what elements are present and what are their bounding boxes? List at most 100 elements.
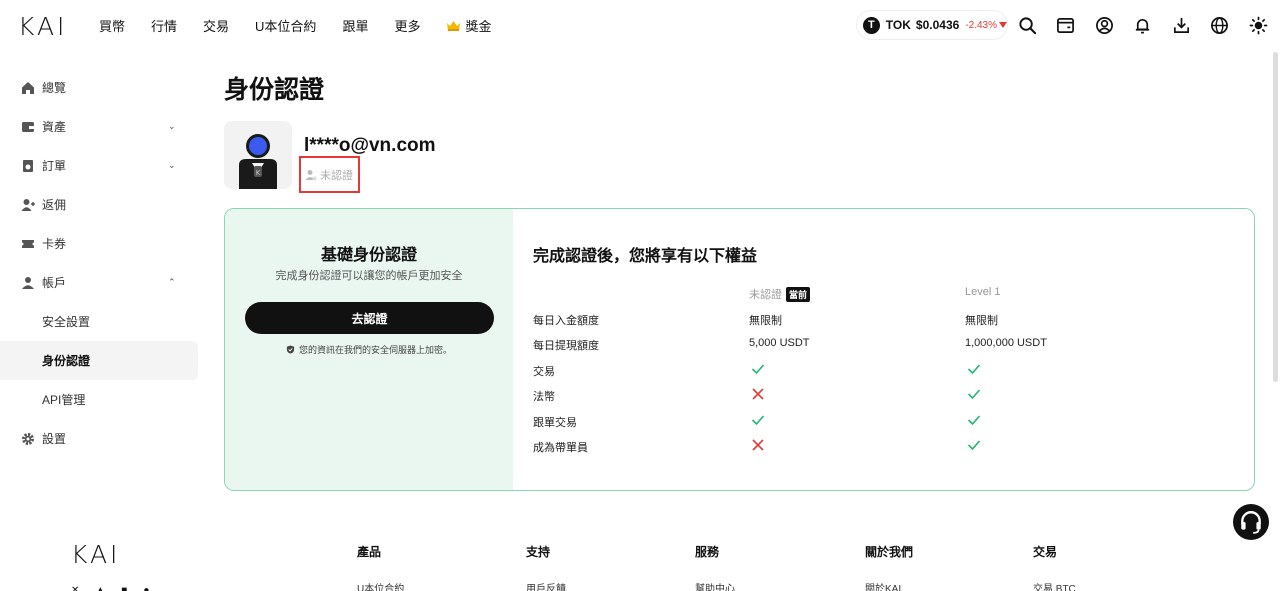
globe-icon[interactable] [1210,15,1230,35]
bell-icon[interactable] [1133,15,1153,35]
footer-column-title: 服務 [695,545,720,559]
wallet-icon [20,119,35,134]
nav-markets[interactable]: 行情 [151,16,177,35]
crown-icon [447,20,461,31]
referral-icon [20,197,35,212]
chevron-up-icon[interactable]: ⌃ [168,277,176,288]
sidebar-item-identity-verification[interactable]: 身份認證 [0,341,198,380]
nav-trade[interactable]: 交易 [203,16,229,35]
token-ticker[interactable]: T TOK $0.0436 -2.43% [856,10,1008,40]
column-head-level1: Level 1 [965,286,1001,298]
chevron-down-icon[interactable]: ⌄ [168,121,176,132]
check-icon [751,413,765,427]
sidebar-item-label: 訂單 [42,159,67,173]
basic-verification-panel: 基礎身份認證 完成身份認證可以讓您的帳戶更加安全 去認證 您的資訊在我們的安全伺… [225,209,513,490]
footer-column-trade: 交易 交易 BTC [1033,543,1076,591]
benefit-value-level1: 1,000,000 USDT [965,337,1047,349]
user-email: l****o@vn.com [304,135,436,156]
verification-status-text: 未認證 [320,169,353,182]
facebook-social-icon[interactable]: ■ [121,585,127,591]
benefit-value-level1: 無限制 [965,315,998,327]
sidebar-item-label: 帳戶 [42,276,67,290]
check-icon [967,413,981,427]
footer-link[interactable]: 關於KAI [865,580,913,591]
footer-link[interactable]: 交易 BTC [1033,580,1076,591]
benefits-title: 完成認證後，您將享有以下權益 [533,248,758,265]
sidebar-item-coupons[interactable]: 卡券 [0,224,200,263]
verification-status-badge: 未認證 [299,156,360,193]
benefits-panel: 完成認證後，您將享有以下權益 未認證 當前 Level 1 每日入金額度 無限制 無… [513,209,1254,490]
avatar: K [224,121,292,189]
footer-column-services: 服務 幫助中心 [695,543,735,591]
benefit-row-label: 跟單交易 [533,417,577,429]
download-icon[interactable] [1171,15,1191,35]
footer-column-products: 產品 U本位合約 [357,543,404,591]
column-head-current-label: 未認證 [749,289,782,301]
order-icon [20,158,35,173]
sidebar-item-account[interactable]: 帳戶 ⌃ [0,263,200,302]
customer-support-button[interactable] [1233,504,1269,540]
user-icon [20,275,35,290]
gear-icon [20,431,35,446]
unverified-user-icon [305,169,317,180]
top-navbar: KAI 買幣 行情 交易 U本位合約 跟單 更多 獎金 T TOK $0.043… [0,0,1280,52]
chevron-down-icon[interactable]: ⌄ [168,160,176,171]
home-icon [20,80,35,95]
footer-link[interactable]: 幫助中心 [695,580,735,591]
telegram-social-icon[interactable]: ▲ [95,585,105,591]
nav-more[interactable]: 更多 [394,16,420,35]
sidebar-item-label: 返佣 [42,198,67,212]
sidebar-item-label: 卡券 [42,237,67,251]
nav-buy-crypto[interactable]: 買幣 [99,16,125,35]
sidebar-item-security-settings[interactable]: 安全設置 [0,302,200,341]
sidebar-item-api-management[interactable]: API管理 [0,380,200,419]
footer-link[interactable]: U本位合約 [357,580,404,591]
check-icon [751,362,765,376]
page-scrollbar[interactable] [1273,52,1278,382]
ticket-icon [20,236,35,251]
kai-logo[interactable]: KAI [18,12,67,41]
cross-icon [751,438,765,452]
sidebar-item-label: 設置 [42,432,67,446]
nav-copy-trading[interactable]: 跟單 [342,16,368,35]
account-icon[interactable] [1094,15,1114,35]
wallet-icon[interactable] [1056,15,1076,35]
nav-bonus[interactable]: 獎金 [446,16,491,35]
social-links: ✕ ▲ ■ ● [71,585,149,591]
ticker-price: $0.0436 [915,18,960,32]
nav-bonus-label: 獎金 [465,19,492,34]
benefit-value-current: 無限制 [749,315,782,327]
footer-column-support: 支持 用戶反饋 [526,543,566,591]
benefit-row-label: 每日提現額度 [533,340,599,352]
start-verification-button[interactable]: 去認證 [245,302,494,334]
page-title: 身份認證 [224,76,325,104]
footer-column-title: 產品 [357,545,382,559]
benefit-row-label: 成為帶單員 [533,442,588,454]
sidebar-item-overview[interactable]: 總覽 [0,68,200,107]
x-social-icon[interactable]: ✕ [71,585,79,591]
basic-verification-title: 基礎身份認證 [320,247,417,264]
sidebar-item-label: 總覽 [42,81,67,95]
sidebar-item-assets[interactable]: 資產 ⌄ [0,107,200,146]
sidebar-item-settings[interactable]: 設置 [0,419,200,458]
benefit-row-label: 每日入金額度 [533,315,599,327]
theme-toggle-icon[interactable] [1248,15,1268,35]
footer-column-about: 關於我們 關於KAI [865,543,913,591]
security-note-text: 您的資訊在我們的安全伺服器上加密。 [298,345,452,355]
discord-social-icon[interactable]: ● [143,585,149,591]
sidebar-item-orders[interactable]: 訂單 ⌄ [0,146,200,185]
nav-usdm-futures[interactable]: U本位合約 [255,16,316,35]
svg-text:K: K [256,169,261,177]
footer-link[interactable]: 用戶反饋 [526,580,566,591]
footer-column-title: 支持 [526,545,551,559]
price-down-icon [999,22,1007,28]
benefit-value-current: 5,000 USDT [749,337,810,349]
tok-token-icon: T [863,16,880,34]
search-icon[interactable] [1017,15,1037,35]
check-icon [967,438,981,452]
ticker-change: -2.43% [965,19,997,31]
basic-verification-subtitle: 完成身份認證可以讓您的帳戶更加安全 [275,270,463,282]
sidebar-item-referral[interactable]: 返佣 [0,185,200,224]
benefit-row-label: 交易 [533,366,555,378]
footer-logo[interactable]: KAI [71,540,120,569]
